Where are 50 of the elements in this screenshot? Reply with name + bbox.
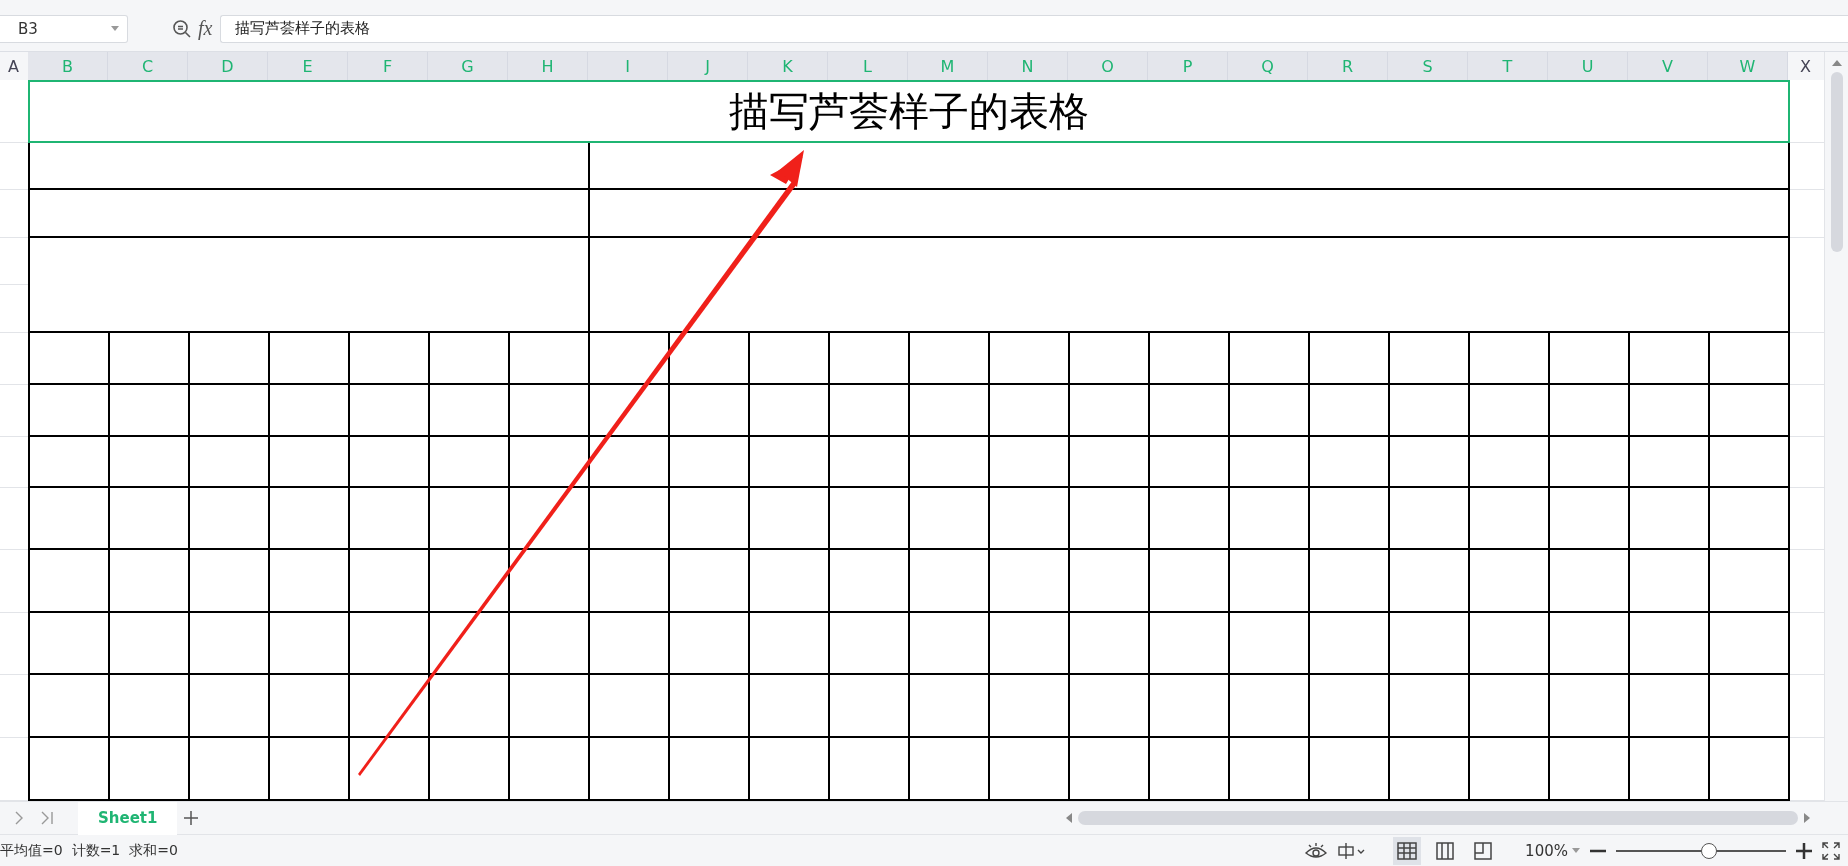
- column-header[interactable]: B: [28, 52, 108, 80]
- column-header[interactable]: W: [1708, 52, 1788, 80]
- column-header[interactable]: H: [508, 52, 588, 80]
- name-box[interactable]: B3: [0, 14, 128, 43]
- vertical-scrollbar[interactable]: [1824, 52, 1848, 801]
- column-header[interactable]: E: [268, 52, 348, 80]
- scroll-thumb[interactable]: [1830, 72, 1843, 252]
- normal-view-button[interactable]: [1393, 836, 1422, 865]
- column-header[interactable]: P: [1148, 52, 1228, 80]
- caret-icon: [111, 26, 119, 31]
- zoom-formula-icon[interactable]: [172, 18, 192, 39]
- column-header[interactable]: U: [1548, 52, 1628, 80]
- column-header[interactable]: C: [108, 52, 188, 80]
- column-header[interactable]: F: [348, 52, 428, 80]
- fx-label[interactable]: fx: [198, 17, 213, 40]
- column-header[interactable]: T: [1468, 52, 1548, 80]
- zoom-out-icon[interactable]: [1590, 848, 1606, 853]
- zoom-in-icon[interactable]: [1796, 842, 1812, 859]
- column-header[interactable]: I: [588, 52, 668, 80]
- right-arrow-icon[interactable]: [1804, 813, 1810, 823]
- scroll-thumb[interactable]: [1078, 811, 1798, 825]
- fullscreen-icon[interactable]: [1822, 841, 1840, 860]
- status-stat: 平均值=0: [0, 841, 63, 860]
- sheet-tab[interactable]: Sheet1: [78, 801, 178, 835]
- column-header[interactable]: J: [668, 52, 748, 80]
- title-cell[interactable]: 描写芦荟样子的表格: [28, 80, 1790, 143]
- column-header[interactable]: V: [1628, 52, 1708, 80]
- column-header[interactable]: K: [748, 52, 828, 80]
- caret-icon: [1572, 848, 1580, 853]
- zoom-level[interactable]: 100%: [1525, 841, 1580, 860]
- left-arrow-icon[interactable]: [1066, 813, 1072, 823]
- column-header[interactable]: G: [428, 52, 508, 80]
- crosshair-icon[interactable]: [1337, 841, 1366, 860]
- slider-thumb[interactable]: [1700, 842, 1717, 859]
- status-stat: 求和=0: [129, 841, 178, 860]
- up-arrow-icon[interactable]: [1831, 60, 1842, 66]
- column-header[interactable]: R: [1308, 52, 1388, 80]
- column-header[interactable]: N: [988, 52, 1068, 80]
- eye-icon[interactable]: [1305, 841, 1328, 860]
- column-header[interactable]: D: [188, 52, 268, 80]
- column-header[interactable]: M: [908, 52, 988, 80]
- column-header[interactable]: L: [828, 52, 908, 80]
- formula-field[interactable]: 描写芦荟样子的表格: [220, 14, 1848, 43]
- column-header[interactable]: Q: [1228, 52, 1308, 80]
- next-sheet-icon[interactable]: [14, 811, 24, 825]
- column-header[interactable]: S: [1388, 52, 1468, 80]
- column-header[interactable]: O: [1068, 52, 1148, 80]
- last-sheet-icon[interactable]: [40, 811, 54, 825]
- status-stat: 计数=1: [71, 841, 121, 860]
- add-sheet-icon[interactable]: [183, 810, 200, 826]
